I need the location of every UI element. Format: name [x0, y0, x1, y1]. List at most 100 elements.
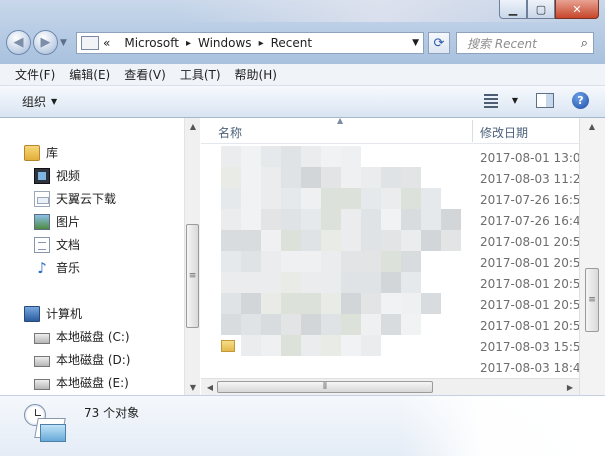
breadcrumb-overflow[interactable]: « — [103, 36, 110, 50]
address-bar[interactable]: « Microsoft ▸ Windows ▸ Recent ▼ — [76, 32, 424, 54]
blur-tile — [401, 167, 421, 188]
nav-drive-c[interactable]: 本地磁盘 (C:) — [34, 328, 130, 345]
menu-file[interactable]: 文件(F) — [8, 66, 62, 83]
table-row-date[interactable]: 2017-08-03 18:46 — [480, 361, 588, 375]
view-options-dropdown-icon[interactable]: ▼ — [512, 96, 518, 105]
scroll-left-icon[interactable]: ◀ — [203, 380, 217, 394]
blur-tile — [361, 230, 381, 251]
command-bar: 组织 ▼ ▼ ? — [0, 86, 605, 118]
column-divider[interactable] — [472, 120, 473, 142]
maximize-button[interactable]: ▢ — [527, 0, 555, 19]
nav-item-documents[interactable]: 文档 — [34, 236, 80, 253]
scroll-up-icon[interactable]: ▲ — [584, 118, 600, 134]
blur-tile — [281, 230, 301, 251]
scroll-right-icon[interactable]: ▶ — [563, 380, 577, 394]
column-header-date-modified[interactable]: 修改日期 — [480, 124, 528, 141]
breadcrumb-recent[interactable]: Recent — [271, 36, 312, 50]
nav-libraries[interactable]: 库 — [24, 144, 58, 161]
nav-item-music[interactable]: ♪ 音乐 — [34, 259, 80, 276]
menu-help[interactable]: 帮助(H) — [228, 66, 284, 83]
help-icon[interactable]: ? — [572, 92, 589, 109]
breadcrumb-arrow-icon[interactable]: ▸ — [186, 38, 191, 49]
column-header-name[interactable]: 名称 — [218, 124, 242, 141]
table-row-date[interactable]: 2017-07-26 16:49 — [480, 214, 588, 228]
back-arrow-icon: ◀ — [13, 35, 24, 50]
table-row-date[interactable]: 2017-08-01 20:50 — [480, 277, 588, 291]
nav-item-cloud-downloads[interactable]: 天翼云下载 — [34, 190, 116, 207]
search-icon[interactable]: ⌕ — [581, 36, 588, 51]
blur-tile — [341, 209, 361, 230]
table-row-date[interactable]: 2017-08-03 15:56 — [480, 340, 588, 354]
nav-drive-d[interactable]: 本地磁盘 (D:) — [34, 351, 130, 368]
documents-icon — [34, 236, 50, 253]
scroll-up-icon[interactable]: ▲ — [185, 118, 201, 134]
recent-pages-dropdown-icon[interactable]: ▼ — [60, 38, 67, 48]
address-folder-icon — [81, 36, 99, 50]
refresh-button[interactable]: ⟳ — [428, 32, 450, 54]
folder-icon — [221, 340, 235, 352]
blur-tile — [421, 188, 441, 209]
nav-computer[interactable]: 计算机 — [24, 305, 82, 322]
blur-tile — [221, 167, 241, 188]
file-list-horizontal-scrollbar[interactable]: ◀ ⦀ ▶ — [201, 378, 579, 395]
menu-tools[interactable]: 工具(T) — [173, 66, 228, 83]
nav-item-videos[interactable]: 视频 — [34, 167, 80, 184]
preview-pane-icon[interactable] — [536, 93, 554, 108]
blur-tile — [281, 188, 301, 209]
scrollbar-thumb[interactable]: ≡ — [585, 268, 599, 332]
table-row-date[interactable]: 2017-08-03 11:25 — [480, 172, 588, 186]
blur-tile — [301, 314, 321, 335]
minimize-button[interactable]: ▁ — [499, 0, 527, 19]
scrollbar-thumb[interactable]: ⦀ — [217, 381, 433, 393]
nav-drive-e[interactable]: 本地磁盘 (E:) — [34, 374, 129, 391]
cloud-folder-icon — [34, 190, 50, 207]
file-list-vertical-scrollbar[interactable]: ▲ ≡ — [579, 118, 605, 395]
nav-drive-label: 本地磁盘 (D:) — [56, 353, 131, 367]
refresh-icon: ⟳ — [433, 35, 445, 51]
blur-tile — [421, 230, 441, 251]
blur-tile — [241, 146, 261, 167]
blur-tile — [261, 230, 281, 251]
scroll-down-icon[interactable]: ▼ — [185, 379, 201, 395]
blur-tile — [361, 209, 381, 230]
minimize-icon: ▁ — [508, 2, 518, 16]
table-row-date[interactable]: 2017-08-01 20:50 — [480, 298, 588, 312]
organize-dropdown-icon: ▼ — [51, 97, 58, 106]
blur-tile — [381, 188, 401, 209]
blur-tile — [281, 272, 301, 293]
blur-tile — [341, 251, 361, 272]
blur-tile — [361, 251, 381, 272]
blur-tile — [301, 188, 321, 209]
blur-tile — [221, 314, 241, 335]
menu-edit[interactable]: 编辑(E) — [62, 66, 117, 83]
table-row-date[interactable]: 2017-08-01 20:50 — [480, 319, 588, 333]
breadcrumb-microsoft[interactable]: Microsoft — [124, 36, 179, 50]
nav-item-label: 天翼云下载 — [56, 192, 117, 206]
table-row-date[interactable]: 2017-07-26 16:50 — [480, 193, 588, 207]
blur-tile — [401, 230, 421, 251]
menu-view[interactable]: 查看(V) — [117, 66, 173, 83]
address-dropdown-icon[interactable]: ▼ — [412, 38, 419, 48]
table-row-date[interactable]: 2017-08-01 20:51 — [480, 256, 588, 270]
search-box[interactable]: 搜索 Recent ⌕ — [456, 32, 594, 54]
breadcrumb-windows[interactable]: Windows — [198, 36, 252, 50]
organize-button[interactable]: 组织 ▼ — [22, 93, 57, 110]
breadcrumb-arrow-icon[interactable]: ▸ — [259, 38, 264, 49]
table-row-date[interactable]: 2017-08-01 20:51 — [480, 235, 588, 249]
navigation-pane-scrollbar[interactable]: ▲ ≡ ▼ — [184, 118, 200, 395]
nav-item-pictures[interactable]: 图片 — [34, 213, 80, 230]
close-button[interactable]: ✕ — [555, 0, 599, 19]
blur-tile — [281, 314, 301, 335]
back-button[interactable]: ◀ — [6, 30, 31, 55]
scrollbar-thumb[interactable]: ≡ — [186, 224, 199, 328]
blur-tile — [421, 209, 441, 230]
blur-tile — [281, 146, 301, 167]
blur-tile — [321, 146, 341, 167]
blur-tile — [341, 335, 361, 356]
blur-tile — [221, 146, 241, 167]
nav-item-label: 视频 — [56, 169, 81, 183]
change-view-icon[interactable] — [483, 93, 502, 108]
blur-tile — [361, 188, 381, 209]
table-row-date[interactable]: 2017-08-01 13:04 — [480, 151, 588, 165]
forward-button[interactable]: ▶ — [33, 30, 58, 55]
